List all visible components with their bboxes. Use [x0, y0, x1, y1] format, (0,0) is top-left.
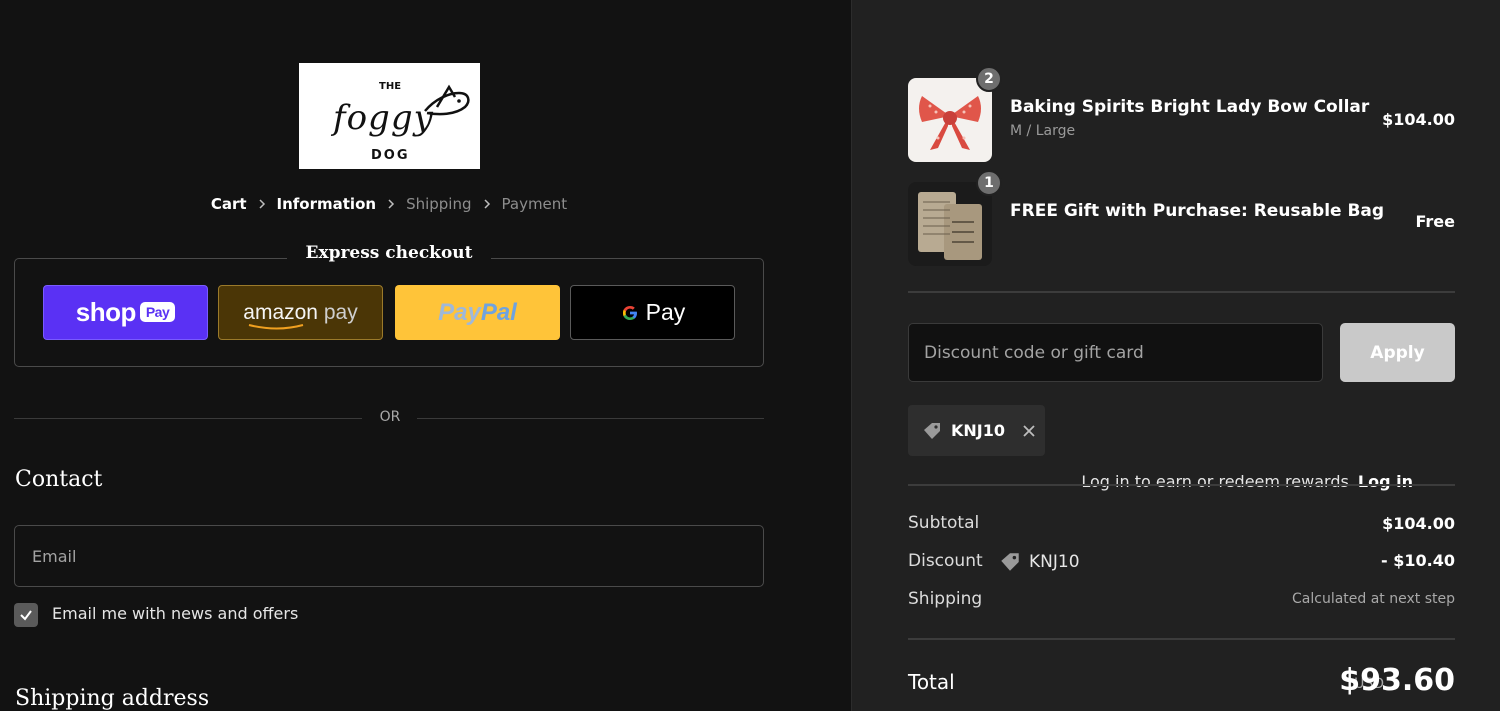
foggy-dog-logo-image: THE foggy DOG	[330, 81, 470, 163]
close-icon[interactable]	[1021, 423, 1037, 439]
item-price: $104.00	[1382, 110, 1455, 129]
item-variant: M / Large	[1010, 123, 1076, 139]
quantity-badge: 2	[976, 66, 1002, 92]
breadcrumb-payment: Payment	[501, 195, 568, 213]
google-pay-button[interactable]: Pay	[570, 285, 735, 340]
tag-icon	[1001, 553, 1019, 571]
apply-discount-button[interactable]: Apply	[1340, 323, 1455, 382]
divider-left	[14, 418, 362, 419]
breadcrumb-cart[interactable]: Cart	[211, 195, 247, 213]
discount-code-text: KNJ10	[1029, 552, 1080, 572]
login-hint: Log in to earn or redeem rewards Log in	[1081, 472, 1413, 491]
divider	[908, 638, 1455, 640]
amazon-pay-logo: amazon pay	[243, 301, 358, 329]
store-logo[interactable]: THE foggy DOG	[299, 63, 480, 169]
discount-value: - $10.40	[1381, 551, 1455, 570]
total-value: $93.60	[1339, 663, 1455, 698]
discount-code-display: KNJ10	[998, 550, 1080, 574]
newsletter-checkbox[interactable]	[14, 603, 38, 627]
bow-collar-image	[919, 96, 981, 150]
subtotal-value: $104.00	[1382, 514, 1455, 533]
express-checkout-title: Express checkout	[0, 243, 778, 263]
breadcrumb-shipping: Shipping	[406, 195, 472, 213]
breadcrumb: Cart Information Shipping Payment	[0, 195, 778, 213]
shop-pay-logo: shop Pay	[76, 297, 176, 328]
chevron-right-icon	[387, 199, 395, 209]
divider	[908, 291, 1455, 293]
tag-icon	[924, 422, 940, 439]
svg-text:THE: THE	[379, 81, 401, 92]
product-image	[908, 78, 992, 162]
google-g-icon	[622, 305, 637, 320]
paypal-button[interactable]: PayPal	[395, 285, 560, 340]
google-pay-logo: Pay	[620, 299, 685, 326]
item-name: FREE Gift with Purchase: Reusable Bag	[1010, 201, 1385, 221]
item-name: Baking Spirits Bright Lady Bow Collar	[1010, 97, 1370, 117]
newsletter-label[interactable]: Email me with news and offers	[52, 604, 298, 623]
email-input[interactable]	[14, 525, 764, 587]
shipping-value: Calculated at next step	[1292, 591, 1455, 607]
divider	[908, 484, 1455, 486]
svg-text:foggy: foggy	[330, 98, 434, 138]
amazon-pay-button[interactable]: amazon pay	[218, 285, 383, 340]
divider-right	[417, 418, 764, 419]
login-link[interactable]: Log in	[1358, 472, 1413, 491]
paypal-logo: PayPal	[438, 298, 517, 326]
shipping-label: Shipping	[908, 589, 983, 609]
breadcrumb-information: Information	[276, 195, 377, 213]
applied-discount-code: KNJ10	[951, 421, 1006, 440]
item-price: Free	[1415, 212, 1456, 231]
checkmark-icon	[20, 610, 32, 621]
svg-text:DOG: DOG	[371, 148, 410, 163]
quantity-badge: 1	[976, 170, 1002, 196]
contact-heading: Contact	[15, 467, 103, 492]
discount-label: Discount	[908, 551, 983, 571]
login-hint-text: Log in to earn or redeem rewards	[1081, 472, 1349, 491]
shipping-address-heading: Shipping address	[15, 686, 210, 711]
applied-discount-tag: KNJ10	[908, 405, 1045, 456]
discount-code-input[interactable]	[908, 323, 1323, 382]
chevron-right-icon	[483, 199, 491, 209]
chevron-right-icon	[258, 199, 266, 209]
or-divider-text: OR	[379, 409, 401, 425]
subtotal-label: Subtotal	[908, 513, 980, 533]
shop-pay-button[interactable]: shop Pay	[43, 285, 208, 340]
reusable-bag-image	[918, 192, 982, 260]
total-label: Total	[908, 670, 955, 694]
product-image	[908, 182, 992, 266]
